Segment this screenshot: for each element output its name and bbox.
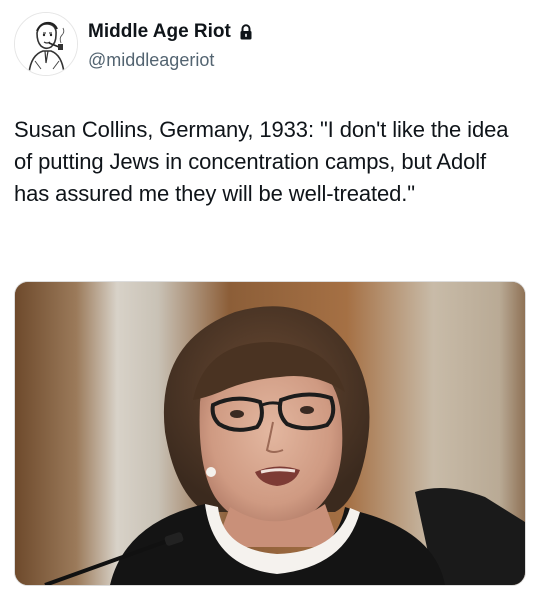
display-name[interactable]: Middle Age Riot [88,20,231,44]
avatar-sketch-image [15,13,77,75]
author-handle[interactable]: @middleageriot [88,48,253,72]
display-name-row: Middle Age Riot [88,20,253,44]
photo-illustration [15,282,525,585]
tweet-header: Middle Age Riot @middleageriot [14,12,514,78]
avatar[interactable] [14,12,78,76]
author-names: Middle Age Riot @middleageriot [88,20,253,72]
tweet-text: Susan Collins, Germany, 1933: "I don't l… [14,117,509,206]
tweet-card: Middle Age Riot @middleageriot Susan Col… [0,0,537,600]
tweet-photo[interactable] [14,281,526,586]
lock-icon [239,24,253,40]
